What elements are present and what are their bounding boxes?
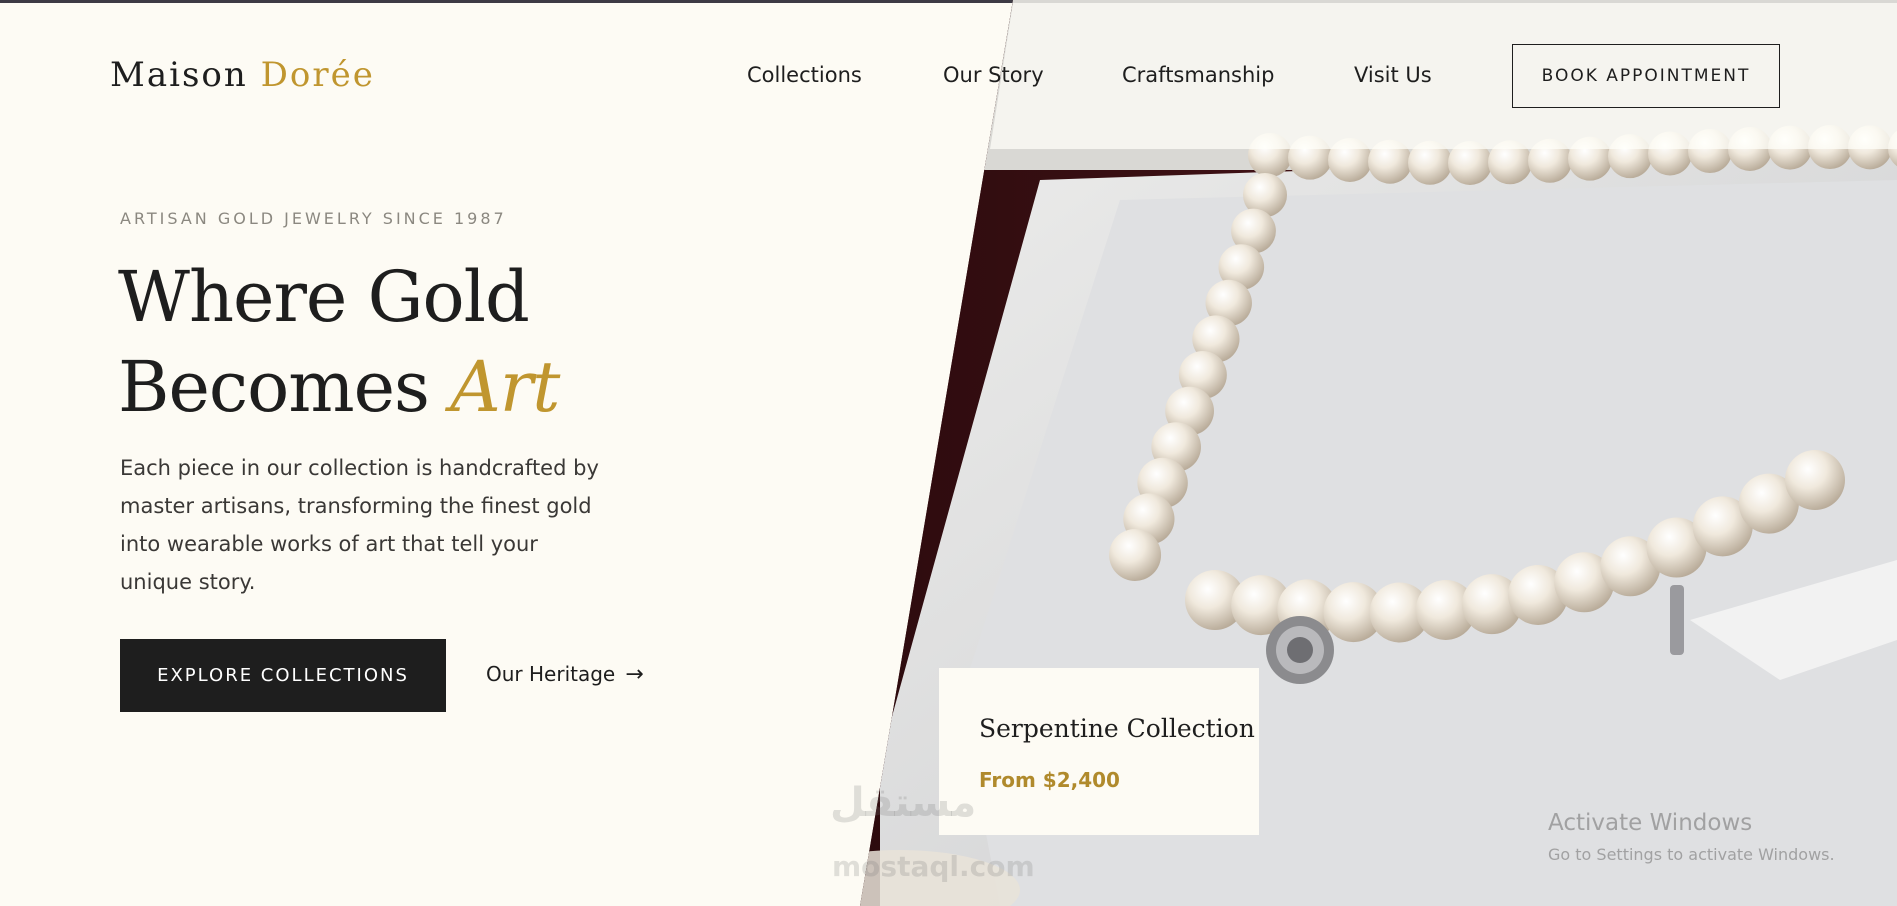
collection-title: Serpentine Collection: [979, 714, 1255, 743]
our-heritage-link[interactable]: Our Heritage →: [486, 662, 644, 687]
collection-price: From $2,400: [979, 768, 1120, 792]
brand-name-primary: Maison: [110, 55, 248, 95]
headline-line-2-plain: Becomes: [118, 346, 430, 428]
watermark-brand: مستقل: [830, 780, 977, 826]
book-appointment-button[interactable]: BOOK APPOINTMENT: [1512, 44, 1780, 108]
watermark-domain: mostaql.com: [832, 850, 1035, 883]
featured-collection-card[interactable]: Serpentine Collection From $2,400: [939, 668, 1259, 835]
brand-logo[interactable]: Maison Dorée: [110, 55, 375, 95]
our-heritage-label: Our Heritage: [486, 662, 616, 686]
nav-item-our-story[interactable]: Our Story: [943, 63, 1044, 87]
pearl: [1109, 529, 1162, 581]
headline-accent-word: Art: [450, 346, 560, 428]
explore-collections-button[interactable]: EXPLORE COLLECTIONS: [120, 639, 446, 712]
pearl: [1785, 450, 1845, 510]
hero-description: Each piece in our collection is handcraf…: [120, 456, 599, 594]
brand-name-accent: Dorée: [260, 55, 375, 95]
windows-activation-subtitle: Go to Settings to activate Windows.: [1548, 845, 1835, 864]
nav-item-collections[interactable]: Collections: [747, 63, 862, 87]
nav-item-visit-us[interactable]: Visit Us: [1354, 63, 1432, 87]
site-header: Maison Dorée Collections Our Story Craft…: [0, 3, 1897, 149]
hero-eyebrow: ARTISAN GOLD JEWELRY SINCE 1987: [120, 209, 507, 228]
windows-activation-title: Activate Windows: [1548, 810, 1753, 836]
nav-item-craftsmanship[interactable]: Craftsmanship: [1122, 63, 1274, 87]
headline-line-1: Where Gold: [118, 256, 530, 338]
hero-headline: Where Gold Becomes Art: [118, 252, 678, 432]
arrow-right-icon: →: [625, 662, 644, 687]
